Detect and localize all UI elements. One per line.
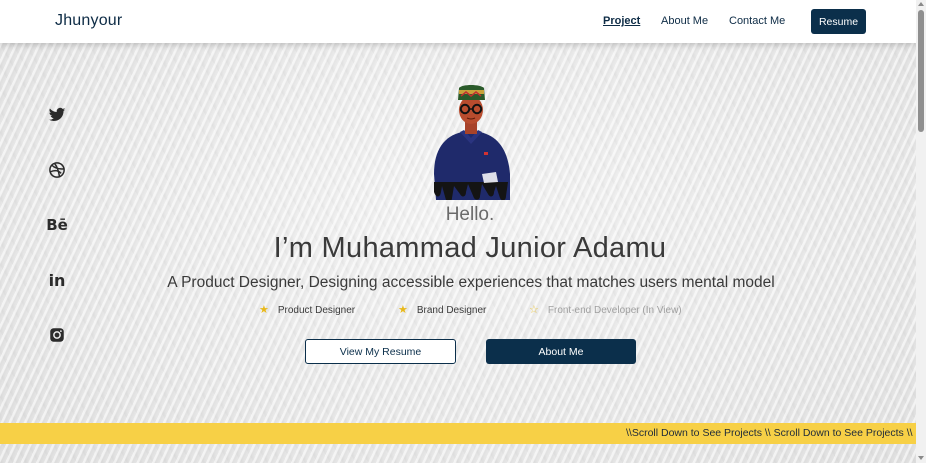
scrollbar-thumb[interactable] — [918, 10, 924, 132]
twitter-link[interactable] — [46, 104, 68, 126]
vertical-scrollbar[interactable] — [916, 0, 926, 463]
role-label: Product Designer — [277, 305, 356, 316]
scroll-down-arrow-icon[interactable] — [918, 456, 924, 460]
role-item-brand-designer: ★ Brand Designer — [398, 304, 487, 317]
nav-link-about-me[interactable]: About Me — [661, 15, 708, 27]
role-item-product-designer: ★ Product Designer — [259, 304, 356, 317]
role-label: Brand Designer — [416, 305, 487, 316]
avatar — [434, 85, 510, 200]
hero-name-heading: I’m Muhammad Junior Adamu — [273, 232, 667, 264]
hero-tagline: A Product Designer, Designing accessible… — [167, 274, 775, 291]
resume-button[interactable]: Resume — [811, 9, 866, 34]
scroll-up-arrow-icon[interactable] — [918, 2, 924, 6]
scroll-marquee-banner: \\Scroll Down to See Projects \\ Scroll … — [0, 423, 916, 444]
greeting-text: Hello. — [445, 204, 495, 225]
view-resume-button[interactable]: View My Resume — [305, 339, 456, 364]
dribbble-link[interactable] — [46, 159, 68, 181]
top-navbar: Jhunyour Project About Me Contact Me Res… — [0, 0, 916, 43]
brand-logo[interactable]: Jhunyour — [55, 12, 122, 30]
nav-link-project[interactable]: Project — [603, 15, 640, 27]
about-me-button[interactable]: About Me — [486, 339, 636, 364]
star-icon: ★ — [398, 304, 408, 316]
marquee-text: \\Scroll Down to See Projects \\ Scroll … — [626, 427, 916, 439]
twitter-icon — [48, 107, 66, 122]
role-item-frontend-developer: ☆ Front-end Developer (In View) — [529, 304, 682, 317]
instagram-link[interactable] — [46, 324, 68, 346]
dribbble-icon — [49, 162, 65, 178]
role-label: Front-end Developer (In View) — [547, 305, 682, 316]
instagram-icon — [50, 328, 64, 342]
nav-link-contact-me[interactable]: Contact Me — [729, 15, 785, 27]
star-icon: ★ — [259, 304, 269, 316]
star-outline-icon: ☆ — [529, 304, 539, 316]
